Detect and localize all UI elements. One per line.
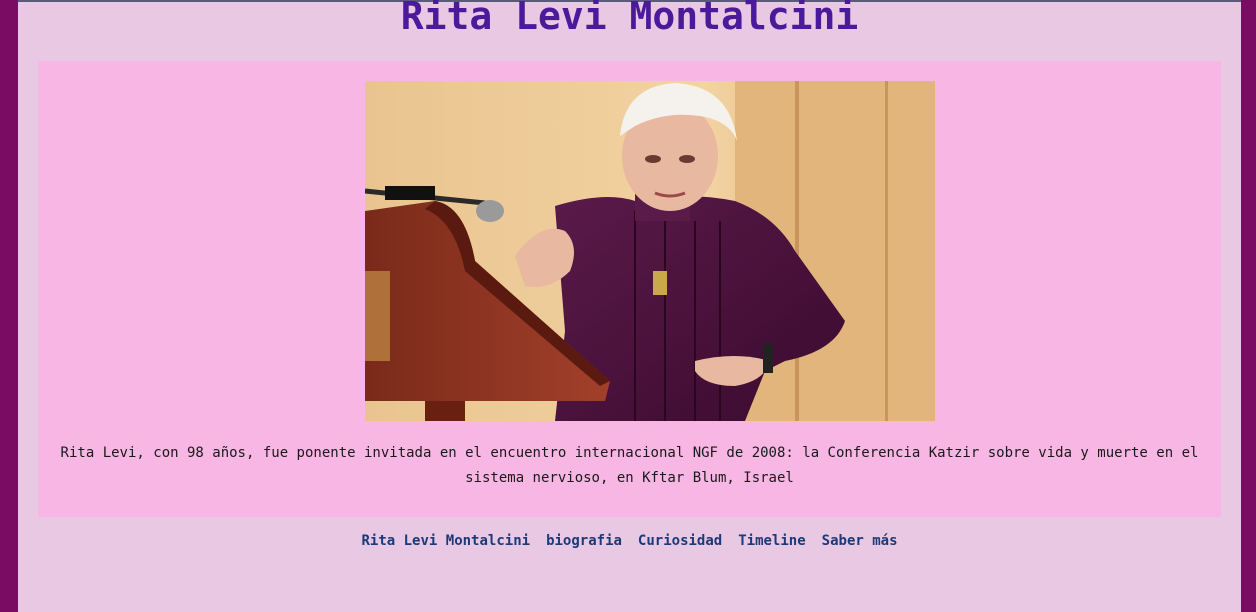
nav-link-biografia[interactable]: biografia [546, 533, 622, 549]
nav-link-timeline[interactable]: Timeline [738, 533, 805, 549]
portrait-photo [365, 81, 935, 421]
offscreen-text-partial [18, 604, 1241, 612]
page-title: Rita Levi Montalcini [400, 0, 859, 38]
photo-caption: Rita Levi, con 98 años, fue ponente invi… [60, 445, 1199, 486]
nav-link-saber-mas[interactable]: Saber más [822, 533, 898, 549]
main-nav: Rita Levi Montalcini biografia Curiosidad T… [18, 531, 1241, 551]
figure-card: Rita Levi, con 98 años, fue ponente invi… [38, 61, 1221, 517]
page-container: Rita Levi Montalcini Rita Levi, con 98 a… [18, 0, 1241, 612]
nav-link-curiosidad[interactable]: Curiosidad [638, 533, 722, 549]
nav-link-home[interactable]: Rita Levi Montalcini [361, 533, 530, 549]
